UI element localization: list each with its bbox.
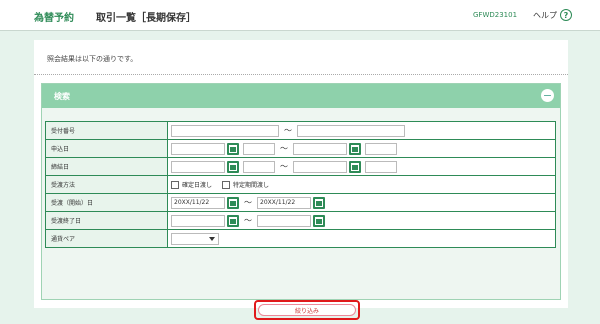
calendar-icon[interactable] (227, 142, 239, 155)
delivery-end-to-input[interactable] (257, 214, 311, 227)
row-currency-pair: 通貨ペア (45, 229, 556, 248)
receipt-no-to-input[interactable] (297, 124, 405, 137)
collapse-icon[interactable]: − (541, 89, 554, 102)
contract-date-to-input[interactable] (293, 160, 347, 173)
fixed-date-checkbox[interactable]: 確定日渡し (171, 180, 212, 189)
calendar-icon[interactable] (349, 160, 361, 173)
apply-date-to-input[interactable] (293, 142, 347, 155)
contract-date-from-time-input[interactable] (243, 160, 275, 173)
receipt-no-label: 受付番号 (45, 121, 168, 140)
divider (34, 74, 568, 75)
row-delivery-end: 受渡終了日 〜 (45, 211, 556, 230)
delivery-end-from-input[interactable] (171, 214, 225, 227)
apply-date-to-time-input[interactable] (365, 142, 397, 155)
search-header[interactable]: 検索 − (42, 84, 560, 108)
range-separator: 〜 (280, 144, 288, 153)
filter-button-highlight: 絞り込み (254, 300, 360, 320)
help-label: ヘルプ (533, 10, 557, 20)
row-contract-date: 締結日 〜 (45, 157, 556, 176)
calendar-icon[interactable] (227, 160, 239, 173)
brand-label: 為替予約 (34, 13, 74, 24)
delivery-start-label: 受渡（開始）日 (45, 193, 168, 212)
contract-date-to-time-input[interactable] (365, 160, 397, 173)
calendar-icon[interactable] (313, 196, 325, 209)
row-delivery-method: 受渡方法 確定日渡し 特定期間渡し (45, 175, 556, 194)
row-receipt-no: 受付番号 〜 (45, 121, 556, 140)
search-title: 検索 (54, 92, 70, 101)
delivery-start-to-input[interactable]: 20XX/11/22 (257, 196, 311, 209)
receipt-no-from-input[interactable] (171, 124, 279, 137)
specific-period-checkbox[interactable]: 特定期間渡し (222, 180, 269, 189)
calendar-icon[interactable] (227, 214, 239, 227)
help-link[interactable]: ヘルプ ? (533, 9, 572, 21)
result-message: 照会結果は以下の通りです。 (47, 55, 138, 63)
main-panel: 照会結果は以下の通りです。 検索 − 受付番号 〜 申込日 〜 締結日 〜 受渡… (34, 40, 568, 320)
search-section: 検索 − 受付番号 〜 申込日 〜 締結日 〜 受渡方法 確定日渡し 特定期間渡… (41, 83, 561, 320)
help-icon[interactable]: ? (560, 9, 572, 21)
contract-date-from-input[interactable] (171, 160, 225, 173)
page-title: 取引一覧［長期保存］ (96, 13, 196, 24)
delivery-start-from-input[interactable]: 20XX/11/22 (171, 196, 225, 209)
currency-pair-label: 通貨ペア (45, 229, 168, 248)
apply-date-from-time-input[interactable] (243, 142, 275, 155)
contract-date-label: 締結日 (45, 157, 168, 176)
range-separator: 〜 (280, 162, 288, 171)
calendar-icon[interactable] (349, 142, 361, 155)
range-separator: 〜 (244, 216, 252, 225)
filter-button[interactable]: 絞り込み (258, 304, 356, 316)
row-delivery-start: 受渡（開始）日 20XX/11/22 〜 20XX/11/22 (45, 193, 556, 212)
screen-id: GFWD23101 (473, 11, 518, 19)
calendar-icon[interactable] (313, 214, 325, 227)
range-separator: 〜 (284, 126, 292, 135)
specific-period-checkbox-label: 特定期間渡し (233, 182, 270, 189)
currency-pair-select[interactable] (171, 232, 219, 245)
search-form-table: 受付番号 〜 申込日 〜 締結日 〜 受渡方法 確定日渡し 特定期間渡し 受渡（… (45, 121, 556, 248)
row-apply-date: 申込日 〜 (45, 139, 556, 158)
apply-date-label: 申込日 (45, 139, 168, 158)
fixed-date-checkbox-label: 確定日渡し (182, 182, 213, 189)
delivery-method-label: 受渡方法 (45, 175, 168, 194)
delivery-end-label: 受渡終了日 (45, 211, 168, 230)
calendar-icon[interactable] (227, 196, 239, 209)
checkbox-icon[interactable] (222, 180, 231, 189)
apply-date-from-input[interactable] (171, 142, 225, 155)
checkbox-icon[interactable] (171, 180, 179, 189)
range-separator: 〜 (244, 198, 252, 207)
header: 為替予約 取引一覧［長期保存］ GFWD23101 ヘルプ ? (0, 0, 600, 31)
